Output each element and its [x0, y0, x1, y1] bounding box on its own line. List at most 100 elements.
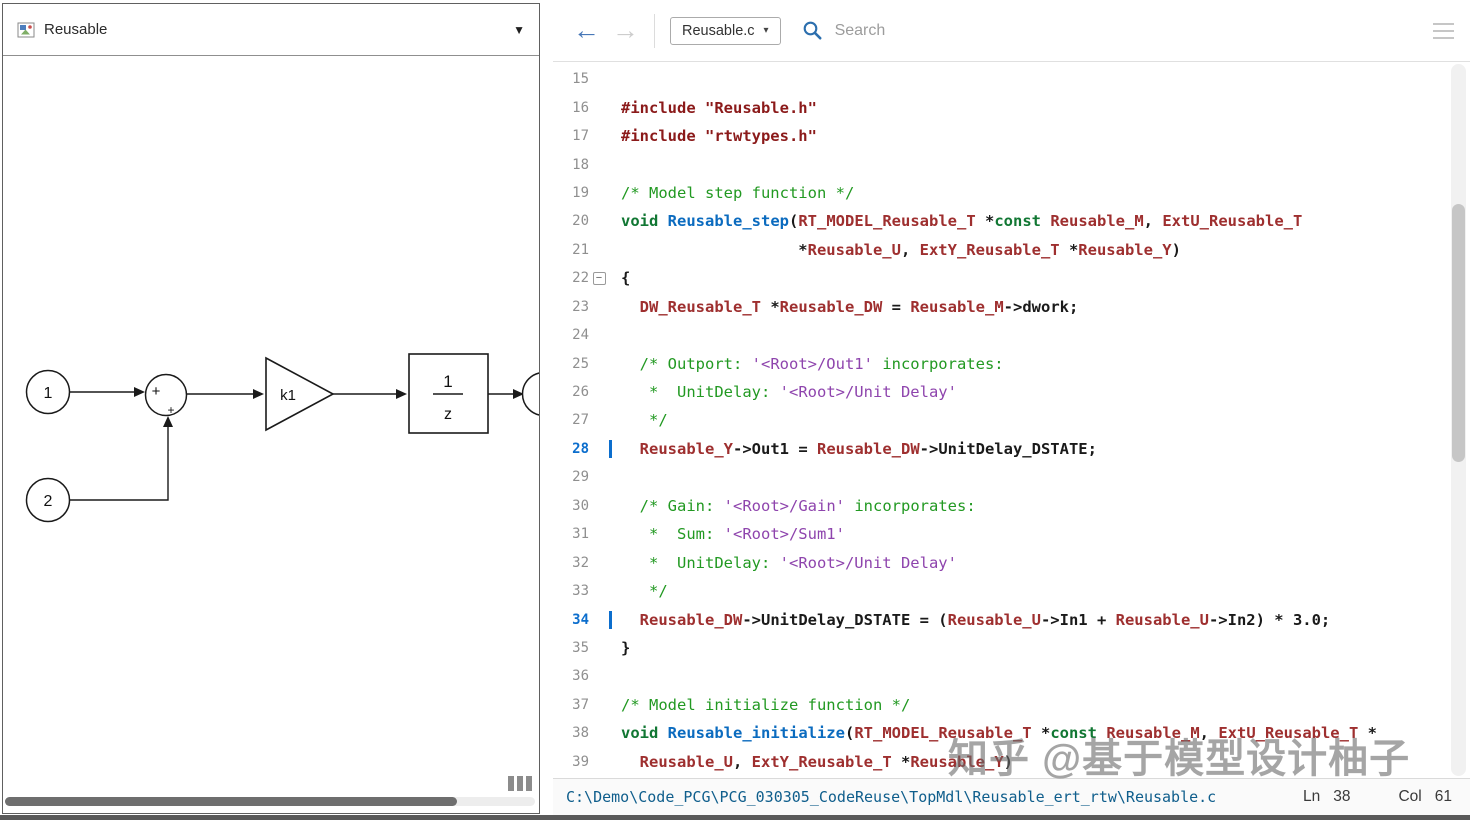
code-lines: 15 16 #include "Reusable.h" 17 #include "rtw… — [553, 65, 1450, 776]
hamburger-menu-icon[interactable] — [1433, 22, 1454, 39]
code-line[interactable]: 27 */ — [553, 406, 1450, 434]
code-line[interactable]: 21 *Reusable_U, ExtY_Reusable_T *Reusabl… — [553, 236, 1450, 264]
code-line[interactable]: 25 /* Outport: '<Root>/Out1' incorporate… — [553, 349, 1450, 377]
line-gutter[interactable]: 26 — [553, 384, 609, 400]
line-gutter[interactable]: 27 — [553, 412, 609, 428]
code-line[interactable]: 33 */ — [553, 577, 1450, 605]
line-gutter[interactable]: 29 — [553, 469, 609, 485]
code-editor[interactable]: 15 16 #include "Reusable.h" 17 #include "rtw… — [553, 62, 1450, 778]
outport-block[interactable] — [521, 372, 540, 416]
unit-delay-block[interactable]: 1 z — [408, 353, 489, 434]
code-token: Reusable_step — [667, 212, 789, 231]
horizontal-scrollbar[interactable] — [5, 797, 535, 806]
line-gutter[interactable]: 36 — [553, 668, 609, 684]
code-line[interactable]: 18 — [553, 150, 1450, 178]
code-token: ->In2) * 3.0; — [1208, 610, 1331, 629]
code-line[interactable]: 17 #include "rtwtypes.h" — [553, 122, 1450, 150]
line-gutter[interactable]: 19 — [553, 185, 609, 201]
line-label: Ln — [1302, 788, 1321, 805]
line-gutter[interactable]: 20 — [553, 213, 609, 229]
code-line[interactable]: 26 * UnitDelay: '<Root>/Unit Delay' — [553, 378, 1450, 406]
code-token: ->UnitDelay_DSTATE; — [919, 439, 1097, 458]
code-panel: ← → Reusable.c ▾ 15 16 #include "Reusable.… — [553, 0, 1470, 815]
line-gutter[interactable]: 35 — [553, 640, 609, 656]
code-line[interactable]: 31 * Sum: '<Root>/Sum1' — [553, 520, 1450, 548]
code-line[interactable]: 24 — [553, 321, 1450, 349]
line-gutter[interactable]: 39 — [553, 754, 609, 770]
code-line[interactable]: 34 Reusable_DW->UnitDelay_DSTATE = (Reus… — [553, 605, 1450, 633]
resize-grip-icon[interactable] — [508, 776, 532, 791]
back-arrow-icon[interactable]: ← — [573, 17, 600, 44]
horizontal-scrollbar-thumb[interactable] — [5, 797, 457, 806]
line-gutter[interactable]: 18 — [553, 157, 609, 173]
sum-block[interactable]: + + — [144, 373, 188, 418]
model-diagram: 1 + + k1 1 z 2 — [3, 57, 539, 783]
line-number: 22 — [572, 270, 589, 287]
line-number: 36 — [572, 668, 589, 685]
chevron-down-icon: ▾ — [763, 25, 769, 36]
code-line[interactable]: 30 /* Gain: '<Root>/Gain' incorporates: — [553, 492, 1450, 520]
code-line[interactable]: 32 * UnitDelay: '<Root>/Unit Delay' — [553, 548, 1450, 576]
gain-block[interactable]: k1 — [265, 356, 335, 432]
code-token: ->UnitDelay_DSTATE = ( — [742, 610, 948, 629]
sum-plus-bottom: + — [167, 403, 174, 417]
search-icon[interactable] — [802, 20, 823, 41]
line-gutter[interactable]: 23 — [553, 299, 609, 315]
code-line[interactable]: 37 /* Model initialize function */ — [553, 691, 1450, 719]
line-gutter[interactable]: 37 — [553, 697, 609, 713]
line-number: 20 — [572, 213, 589, 230]
line-gutter[interactable]: 30 — [553, 498, 609, 514]
code-token: const — [994, 212, 1041, 231]
line-gutter[interactable]: 25 — [553, 356, 609, 372]
line-gutter[interactable]: 22− — [553, 270, 609, 286]
line-gutter[interactable]: 34 — [553, 612, 609, 628]
file-dropdown[interactable]: Reusable.c ▾ — [670, 16, 781, 45]
line-gutter[interactable]: 38 — [553, 725, 609, 741]
vertical-scrollbar-thumb[interactable] — [1452, 204, 1465, 462]
inport1-block[interactable]: 1 — [25, 369, 71, 415]
code-token: void — [621, 724, 668, 743]
line-gutter[interactable]: 32 — [553, 555, 609, 571]
forward-arrow-icon[interactable]: → — [612, 17, 639, 44]
line-gutter[interactable]: 31 — [553, 526, 609, 542]
code-line[interactable]: 15 — [553, 65, 1450, 93]
line-gutter[interactable]: 28 — [553, 441, 609, 457]
line-gutter[interactable]: 33 — [553, 583, 609, 599]
code-line[interactable]: 23 DW_Reusable_T *Reusable_DW = Reusable… — [553, 293, 1450, 321]
search-input[interactable] — [834, 21, 1421, 40]
line-gutter[interactable]: 16 — [553, 100, 609, 116]
code-token: Reusable_U — [639, 752, 733, 771]
arrowhead — [134, 387, 145, 397]
line-number: 27 — [572, 412, 589, 429]
model-selector[interactable]: Reusable ▼ — [3, 4, 539, 56]
chevron-down-icon[interactable]: ▼ — [513, 23, 525, 37]
line-gutter[interactable]: 15 — [553, 71, 609, 87]
app-window: Reusable ▼ 1 + + k1 1 z 2 ← → Reusable.c… — [0, 0, 1470, 820]
code-token: '<Root>/Unit Delay' — [779, 553, 957, 572]
line-gutter[interactable]: 24 — [553, 327, 609, 343]
code-line[interactable]: 28 Reusable_Y->Out1 = Reusable_DW->UnitD… — [553, 435, 1450, 463]
vertical-scrollbar[interactable] — [1451, 64, 1466, 776]
code-line[interactable]: 20 void Reusable_step(RT_MODEL_Reusable_T… — [553, 207, 1450, 235]
fold-icon[interactable]: − — [592, 271, 606, 285]
code-token: Reusable_U — [1115, 610, 1209, 629]
code-line[interactable]: 16 #include "Reusable.h" — [553, 93, 1450, 121]
code-token: * — [621, 240, 808, 259]
code-text: #include "Reusable.h" — [609, 99, 817, 117]
code-line[interactable]: 19 /* Model step function */ — [553, 179, 1450, 207]
code-line[interactable]: 22− { — [553, 264, 1450, 292]
column-label: Col — [1398, 788, 1422, 805]
code-line[interactable]: 36 — [553, 662, 1450, 690]
line-gutter[interactable]: 21 — [553, 242, 609, 258]
inport2-block[interactable]: 2 — [25, 477, 71, 523]
code-token: * — [891, 752, 911, 771]
code-line[interactable]: 29 — [553, 463, 1450, 491]
signal-line[interactable] — [69, 427, 169, 501]
code-token: ExtU_Reusable_T — [1162, 212, 1303, 231]
code-line[interactable]: 35} — [553, 634, 1450, 662]
code-token: #include "rtwtypes.h" — [621, 127, 817, 146]
line-gutter[interactable]: 17 — [553, 128, 609, 144]
